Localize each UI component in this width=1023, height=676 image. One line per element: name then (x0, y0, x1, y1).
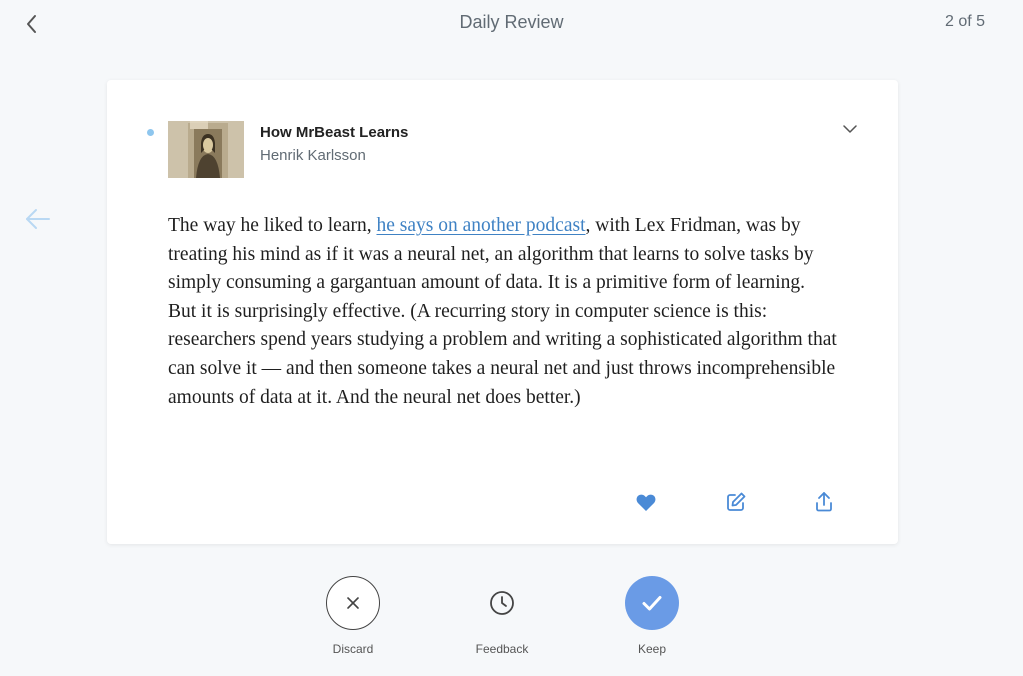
highlight-text-before: The way he liked to learn, (168, 215, 377, 236)
clock-icon[interactable] (475, 576, 529, 630)
keep-label: Keep (637, 642, 667, 656)
feedback-button[interactable]: Feedback (447, 576, 557, 656)
book-author: Henrik Karlsson (260, 147, 366, 164)
highlight-card: How MrBeast Learns Henrik Karlsson The w… (107, 80, 898, 544)
book-thumbnail (168, 121, 244, 178)
feedback-label: Feedback (475, 642, 529, 656)
book-title[interactable]: How MrBeast Learns (260, 124, 408, 141)
page-title: Daily Review (459, 12, 564, 32)
share-icon[interactable] (812, 490, 836, 514)
discard-button[interactable]: Discard (298, 576, 408, 656)
podcast-link[interactable]: he says on another podcast (376, 215, 585, 236)
highlight-text-after: , with Lex Fridman, was by treating his … (168, 215, 837, 408)
unread-dot (147, 129, 154, 136)
arrow-left-icon[interactable] (24, 206, 52, 232)
highlight-text: The way he liked to learn, he says on an… (168, 212, 838, 412)
close-icon[interactable] (326, 576, 380, 630)
discard-label: Discard (332, 642, 374, 656)
chevron-down-icon[interactable] (841, 120, 859, 138)
edit-icon[interactable] (724, 490, 748, 514)
keep-button[interactable]: Keep (597, 576, 707, 656)
check-icon[interactable] (625, 576, 679, 630)
top-bar: Daily Review 2 of 5 (0, 0, 1023, 48)
review-counter: 2 of 5 (944, 13, 985, 30)
heart-icon[interactable] (634, 490, 658, 514)
